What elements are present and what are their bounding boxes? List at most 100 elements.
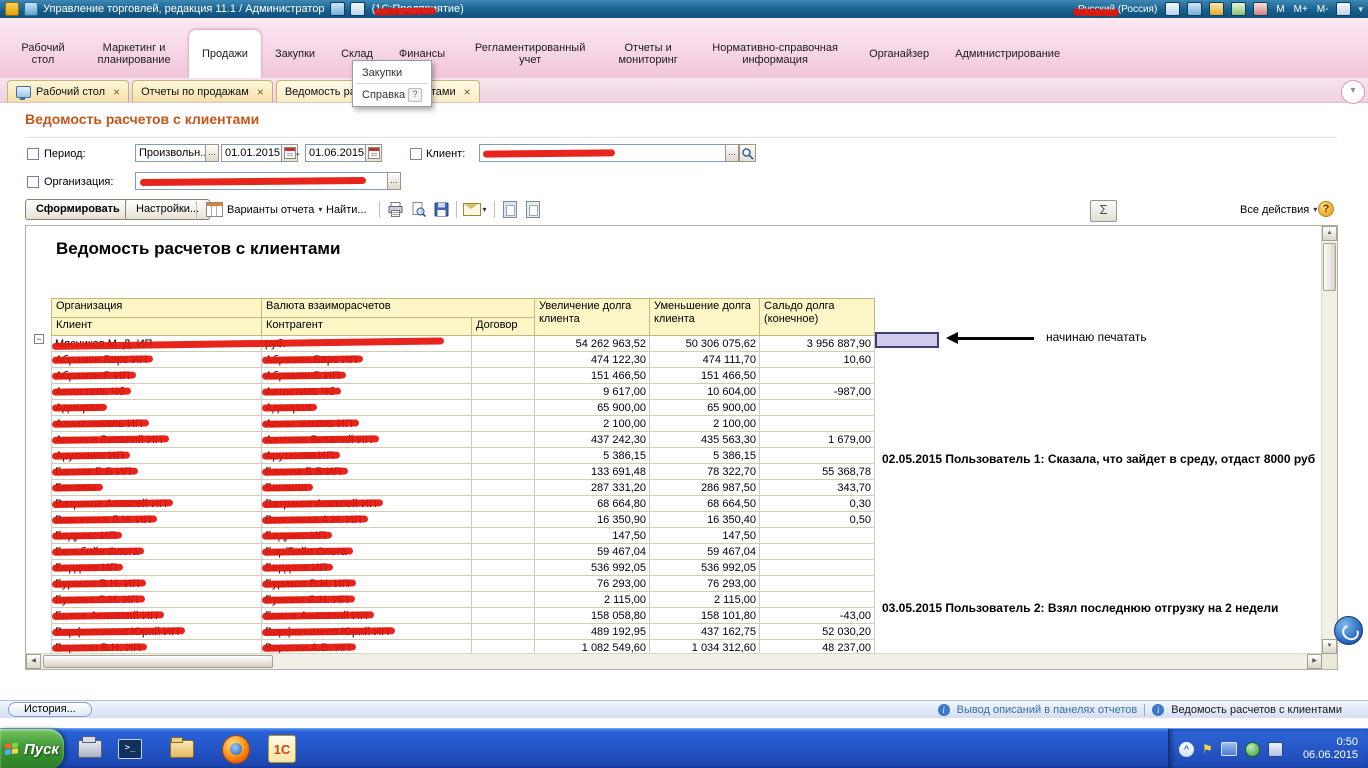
table-cell[interactable]: Алиат никель ИП xyxy=(262,416,472,432)
floating-app-icon[interactable] xyxy=(1334,616,1363,645)
column-header-contract[interactable]: Договор xyxy=(472,318,535,336)
table-cell[interactable]: Баллак Б.Б ИП xyxy=(262,464,472,480)
tray-flag-icon[interactable]: ⚑ xyxy=(1202,742,1213,757)
close-icon[interactable]: × xyxy=(257,87,264,97)
horizontal-scrollbar[interactable]: ◀ ▶ xyxy=(26,653,1322,669)
table-cell[interactable] xyxy=(472,480,535,496)
period-kind-select-button[interactable]: ... xyxy=(205,144,219,162)
copy-to-clipboard-button[interactable] xyxy=(499,199,521,220)
table-cell[interactable]: Автостиль Чб xyxy=(262,384,472,400)
table-row[interactable]: Ватраков Алексей ИПВатраков Алексей ИП 68… xyxy=(52,496,875,512)
organization-select-button[interactable]: ... xyxy=(387,172,401,190)
column-header-decrease[interactable]: Уменьшение долга клиента xyxy=(650,299,760,336)
table-cell[interactable] xyxy=(472,624,535,640)
table-cell[interactable] xyxy=(760,400,875,416)
table-cell[interactable]: Бердяев ИП xyxy=(52,560,262,576)
table-cell[interactable]: Вовсевска Л.Н. ИП xyxy=(52,512,262,528)
table-cell[interactable]: -987,00 xyxy=(760,384,875,400)
print-preview-button[interactable] xyxy=(407,199,429,220)
table-row[interactable]: Баллак Б.Б ИПБаллак Б.Б ИП133 691,4878 3… xyxy=(52,464,875,480)
table-cell[interactable]: Абрамян Барс ИП xyxy=(262,352,472,368)
client-select-button[interactable]: ... xyxy=(725,144,739,162)
table-row[interactable]: Автостиль ЧбАвтостиль Чб9 617,0010 604,0… xyxy=(52,384,875,400)
table-cell[interactable] xyxy=(472,368,535,384)
table-cell[interactable] xyxy=(472,352,535,368)
table-cell[interactable] xyxy=(472,384,535,400)
table-cell[interactable]: 5 386,15 xyxy=(650,448,760,464)
table-cell[interactable]: Абрамян Барс ИП xyxy=(52,352,262,368)
table-cell[interactable]: Антонов Виталий ИП xyxy=(52,432,262,448)
tray-expand-icon[interactable]: ^ xyxy=(1179,742,1194,757)
table-cell[interactable]: 50 306 075,62 xyxy=(650,336,760,352)
vertical-scroll-thumb[interactable] xyxy=(1323,243,1336,291)
table-cell[interactable]: 68 664,50 xyxy=(650,496,760,512)
save-result-button[interactable] xyxy=(430,199,452,220)
column-header-currency[interactable]: Валюта взаиморасчетов xyxy=(262,299,535,318)
table-cell[interactable]: 76 293,00 xyxy=(650,576,760,592)
table-cell[interactable]: 5 386,15 xyxy=(535,448,650,464)
table-cell[interactable]: Быков Анатолий ИП xyxy=(52,608,262,624)
table-cell[interactable] xyxy=(472,528,535,544)
tray-network-icon[interactable] xyxy=(1268,742,1283,757)
date-to-input[interactable]: 01.06.2015 xyxy=(305,144,366,162)
table-cell[interactable]: 536 992,05 xyxy=(535,560,650,576)
table-cell[interactable]: 435 563,30 xyxy=(650,432,760,448)
memory-recall-button[interactable]: M xyxy=(1275,4,1285,15)
table-cell[interactable]: 151 466,50 xyxy=(535,368,650,384)
table-cell[interactable]: Бар/Бийо Ольга xyxy=(262,544,472,560)
titlebar-menu-chevron-icon[interactable]: ▾ xyxy=(1358,4,1363,15)
table-cell[interactable]: Арутюнян ИП xyxy=(262,448,472,464)
table-row[interactable]: Бураков В.Н. ИПБураков В.Н. ИП76 293,007… xyxy=(52,576,875,592)
period-kind-combo[interactable]: Произвольн... xyxy=(135,144,206,162)
table-cell[interactable]: Варфоломеев Юрий ИП xyxy=(52,624,262,640)
paste-from-clipboard-button[interactable] xyxy=(522,199,544,220)
table-cell[interactable]: Беглиян xyxy=(262,480,472,496)
table-cell[interactable]: -43,00 xyxy=(760,608,875,624)
section-tab-9[interactable]: Органайзер xyxy=(856,29,942,78)
table-cell[interactable]: 59 467,04 xyxy=(535,544,650,560)
table-row[interactable]: Вовсевска Л.Н. ИПВовсевска А.Н. ИП16 350… xyxy=(52,512,875,528)
table-cell[interactable]: Бердяев ИП xyxy=(262,560,472,576)
table-cell[interactable]: 54 262 963,52 xyxy=(535,336,650,352)
menu-item-purchases[interactable]: Закупки xyxy=(353,63,431,82)
table-row[interactable]: Быков Анатолий ИПБыков Анатолий ИП158 05… xyxy=(52,608,875,624)
table-row[interactable]: БеглиянБеглиян287 331,20286 987,50343,70 xyxy=(52,480,875,496)
table-cell[interactable] xyxy=(472,560,535,576)
doc-tab-0[interactable]: Рабочий стол× xyxy=(7,80,129,102)
table-cell[interactable] xyxy=(472,432,535,448)
calculator-icon[interactable] xyxy=(1209,2,1224,16)
column-header-saldo[interactable]: Сальдо долга (конечное) xyxy=(760,299,875,336)
table-cell[interactable]: 147,50 xyxy=(535,528,650,544)
table-cell[interactable]: 133 691,48 xyxy=(535,464,650,480)
table-cell[interactable]: Адмирал xyxy=(262,400,472,416)
table-cell[interactable]: 1 679,00 xyxy=(760,432,875,448)
section-tab-0[interactable]: Рабочий стол xyxy=(6,29,80,78)
help-button[interactable]: ? xyxy=(1318,201,1334,217)
date-from-input[interactable]: 01.01.2015 xyxy=(221,144,282,162)
memory-minus-button[interactable]: M- xyxy=(1316,4,1330,15)
table-cell[interactable]: 437 162,75 xyxy=(650,624,760,640)
table-cell[interactable]: Ватраков Алексей ИП xyxy=(262,496,472,512)
table-cell[interactable]: 65 900,00 xyxy=(650,400,760,416)
report-area[interactable]: Ведомость расчетов с клиентами − Организ… xyxy=(25,225,1338,670)
table-cell[interactable]: 76 293,00 xyxy=(535,576,650,592)
table-cell[interactable] xyxy=(472,576,535,592)
table-cell[interactable]: 147,50 xyxy=(650,528,760,544)
table-cell[interactable]: Бадрикс ИП xyxy=(52,528,262,544)
table-cell[interactable]: 151 466,50 xyxy=(650,368,760,384)
table-cell[interactable]: 474 122,30 xyxy=(535,352,650,368)
table-cell[interactable] xyxy=(760,592,875,608)
table-cell[interactable]: 158 101,80 xyxy=(650,608,760,624)
table-cell[interactable]: Ватраков Алексей ИП xyxy=(52,496,262,512)
table-cell[interactable]: 16 350,90 xyxy=(535,512,650,528)
section-tab-8[interactable]: Нормативно-справочная информация xyxy=(694,29,856,78)
table-cell[interactable]: 0,50 xyxy=(760,512,875,528)
table-cell[interactable]: 65 900,00 xyxy=(535,400,650,416)
generate-button[interactable]: Сформировать xyxy=(25,199,131,220)
column-header-client[interactable]: Клиент xyxy=(52,318,262,336)
table-cell[interactable]: 0,30 xyxy=(760,496,875,512)
quicklaunch-fax-icon[interactable] xyxy=(76,735,104,763)
table-row[interactable]: Антонов Виталий ИПАнтонов Виталий ИП437 … xyxy=(52,432,875,448)
table-cell[interactable] xyxy=(760,528,875,544)
table-cell[interactable] xyxy=(760,576,875,592)
